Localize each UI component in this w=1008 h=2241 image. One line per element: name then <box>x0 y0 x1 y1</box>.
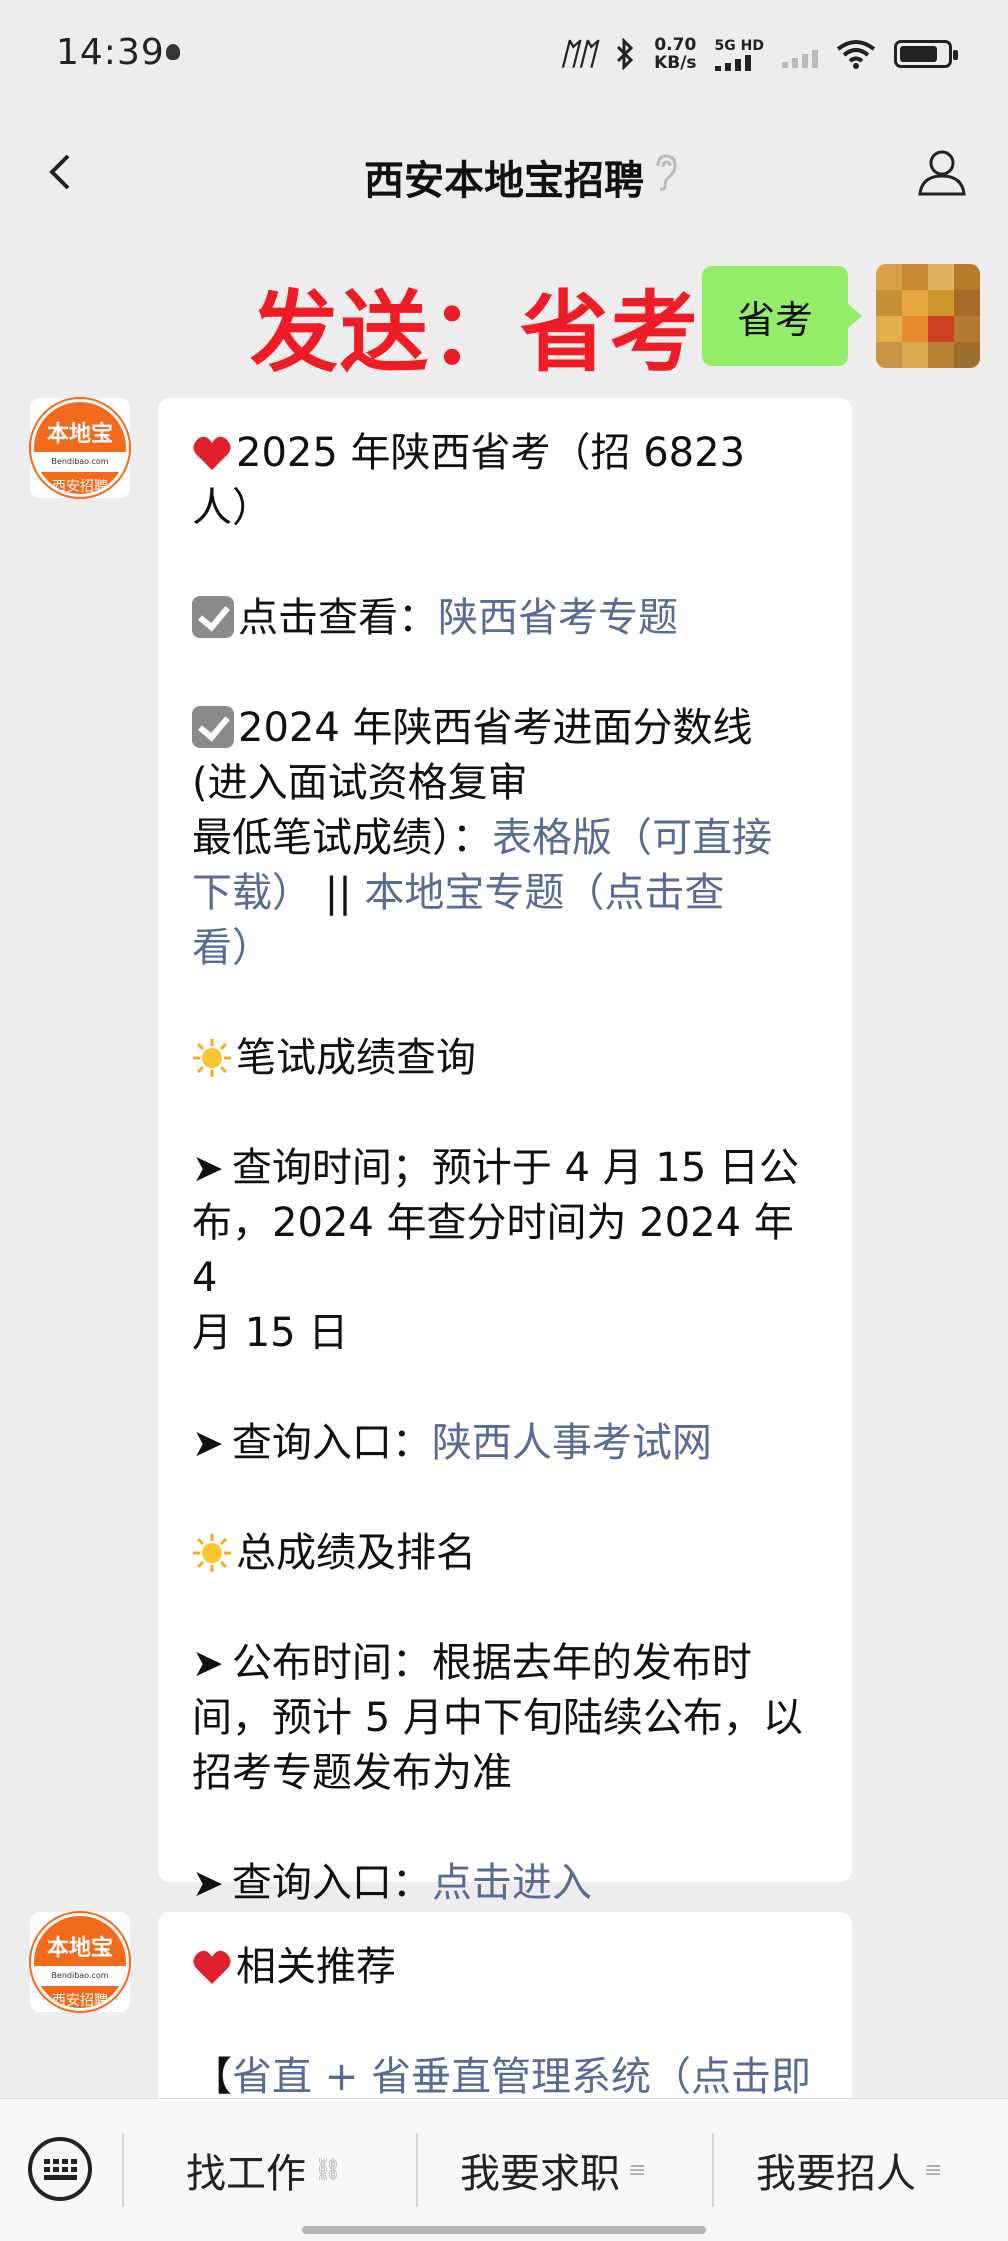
menu-item-label: 找工作 <box>186 2151 306 2197</box>
exam-website-link[interactable]: 陕西人事考试网 <box>432 1420 712 1466</box>
signal-5g: 5G HD <box>714 37 764 71</box>
headline-text-cont: 人） <box>192 485 272 531</box>
notification-icon <box>166 44 180 60</box>
avatar-logo-domain: Bendibao.com <box>34 1966 126 1986</box>
message-line: 下载） || 本地宝专题（点击查 <box>192 866 822 921</box>
avatar-logo-text: 本地宝 <box>46 421 113 447</box>
signal-bars-secondary-icon <box>782 40 818 68</box>
query-time-text: 布，2024 年查分时间为 2024 年 4 <box>192 1200 794 1301</box>
net-speed: 0.70 KB/s <box>654 36 696 72</box>
entry-prefix: 查询入口： <box>231 1860 432 1906</box>
keyboard-icon[interactable] <box>28 2137 92 2201</box>
message-bubble: 相关推荐 【省直 + 省垂直管理系统（点击即 <box>158 1912 852 2102</box>
person-icon[interactable] <box>916 146 968 198</box>
recommend-title: 相关推荐 <box>236 1944 396 1990</box>
overlay-instruction-text: 发送：省考 <box>250 281 701 384</box>
message-line: ➤ 查询时间；预计于 4 月 15 日公 <box>192 1141 822 1196</box>
menu-item-seek-job[interactable]: 我要求职 ≡ <box>460 2145 647 2197</box>
query-time-text: 月 15 日 <box>192 1310 349 1356</box>
avatar-logo-subtitle: 西安招聘 <box>52 1993 108 2009</box>
publish-time-text: 间，预计 5 月中下旬陆续公布，以 <box>192 1695 803 1741</box>
separator-text: || <box>312 870 365 916</box>
status-bar: 14:39 ᛖᛖ 0.70 KB/s 5G HD <box>0 0 1008 110</box>
menu-divider <box>416 2133 418 2207</box>
sun-icon <box>193 1534 231 1572</box>
arrow-icon: ➤ <box>192 1421 224 1465</box>
heart-icon <box>193 436 231 470</box>
message-line: ➤ 查询入口：陕西人事考试网 <box>192 1416 822 1471</box>
headline-text: 2025 年陕西省考（招 6823 <box>236 430 746 476</box>
nav-bar: 西安本地宝招聘 <box>0 110 1008 234</box>
check-prefix: 点击查看： <box>238 595 438 641</box>
message-line: 笔试成绩查询 <box>192 1031 822 1086</box>
signal-label: 5G HD <box>714 38 764 54</box>
score-line-text: 最低笔试成绩）： <box>192 815 492 861</box>
wifi-icon <box>836 40 876 69</box>
link-icon: ⛓ <box>314 2157 342 2183</box>
publish-time-text: 公布时间：根据去年的发布时 <box>231 1640 752 1686</box>
bottom-menu-bar: 找工作 ⛓ 我要求职 ≡ 我要招人 ≡ <box>0 2098 1008 2241</box>
menu-item-label: 我要求职 <box>460 2151 620 2197</box>
battery-icon <box>894 40 958 68</box>
net-speed-unit: KB/s <box>654 53 697 73</box>
bluetooth-icon <box>617 38 634 70</box>
message-line: 2025 年陕西省考（招 6823 <box>192 426 822 481</box>
bot-avatar[interactable]: 本地宝 Bendibao.com 西安招聘 <box>30 1912 130 2012</box>
score-line-text: (进入面试资格复审 <box>192 760 528 806</box>
message-line: 最低笔试成绩）：表格版（可直接 <box>192 811 822 866</box>
checkbox-icon <box>192 706 234 748</box>
bendibao-topic-link[interactable]: 本地宝专题（点击查 <box>364 870 724 916</box>
message-line: 总成绩及排名 <box>192 1526 822 1581</box>
sent-message-bubble[interactable]: 省考 <box>702 266 862 366</box>
message-line: 2024 年陕西省考进面分数线 <box>192 701 822 756</box>
avatar-logo-text: 本地宝 <box>46 1935 113 1961</box>
status-icons: ᛖᛖ 0.70 KB/s 5G HD <box>560 30 958 78</box>
status-time: 14:39 <box>56 32 165 73</box>
avatar-logo-domain: Bendibao.com <box>34 452 126 472</box>
message-line: ➤ 公布时间：根据去年的发布时 <box>192 1636 822 1691</box>
ear-icon <box>656 154 677 191</box>
avatar-logo-subtitle: 西安招聘 <box>52 479 108 495</box>
bot-avatar[interactable]: 本地宝 Bendibao.com 西安招聘 <box>30 398 130 498</box>
section-title: 笔试成绩查询 <box>236 1035 476 1081</box>
menu-item-label: 我要招人 <box>756 2151 916 2197</box>
message-line: 相关推荐 <box>192 1940 822 1995</box>
message-line: 【省直 + 省垂直管理系统（点击即 <box>192 2050 822 2105</box>
menu-item-hire[interactable]: 我要招人 ≡ <box>756 2145 943 2197</box>
sent-message-text: 省考 <box>736 297 813 342</box>
table-version-link[interactable]: 表格版（可直接 <box>492 815 772 861</box>
message-bubble: 2025 年陕西省考（招 6823 人） 点击查看：陕西省考专题 2024 年陕… <box>158 398 852 1906</box>
menu-divider <box>712 2133 714 2207</box>
message-line: ➤ 查询入口：点击进入 <box>192 1856 822 1911</box>
page-title: 西安本地宝招聘 <box>364 158 644 204</box>
menu-item-find-job[interactable]: 找工作 ⛓ <box>186 2145 342 2197</box>
menu-icon: ≡ <box>924 2157 943 2183</box>
arrow-icon: ➤ <box>192 1861 224 1905</box>
topic-link[interactable]: 陕西省考专题 <box>438 595 678 641</box>
query-time-text: 查询时间；预计于 4 月 15 日公 <box>231 1145 800 1191</box>
arrow-icon: ➤ <box>192 1146 224 1190</box>
checkbox-icon <box>192 596 234 638</box>
heart-icon <box>193 1950 231 1984</box>
message-line: 看） <box>192 921 822 976</box>
signal-bars-icon <box>714 55 764 71</box>
bracket-text: 【 <box>192 2054 232 2100</box>
arrow-icon: ➤ <box>192 1641 224 1685</box>
menu-icon: ≡ <box>628 2157 647 2183</box>
section-title: 总成绩及排名 <box>236 1530 476 1576</box>
net-speed-value: 0.70 <box>654 35 697 55</box>
carrier-logo-icon: ᛖᛖ <box>560 36 597 72</box>
sun-icon <box>193 1039 231 1077</box>
menu-divider <box>122 2133 124 2207</box>
bendibao-topic-link-cont[interactable]: 看） <box>192 925 272 971</box>
publish-time-text: 招考专题发布为准 <box>192 1750 512 1796</box>
provincial-link[interactable]: 省直 + 省垂直管理系统（点击即 <box>232 2054 811 2100</box>
score-line-text: 2024 年陕西省考进面分数线 <box>238 705 753 751</box>
home-indicator[interactable] <box>302 2226 706 2234</box>
entry-prefix: 查询入口： <box>231 1420 432 1466</box>
table-version-link-cont[interactable]: 下载） <box>192 870 312 916</box>
click-enter-link[interactable]: 点击进入 <box>432 1860 592 1906</box>
message-line: 点击查看：陕西省考专题 <box>192 591 822 646</box>
user-avatar[interactable] <box>876 264 980 368</box>
